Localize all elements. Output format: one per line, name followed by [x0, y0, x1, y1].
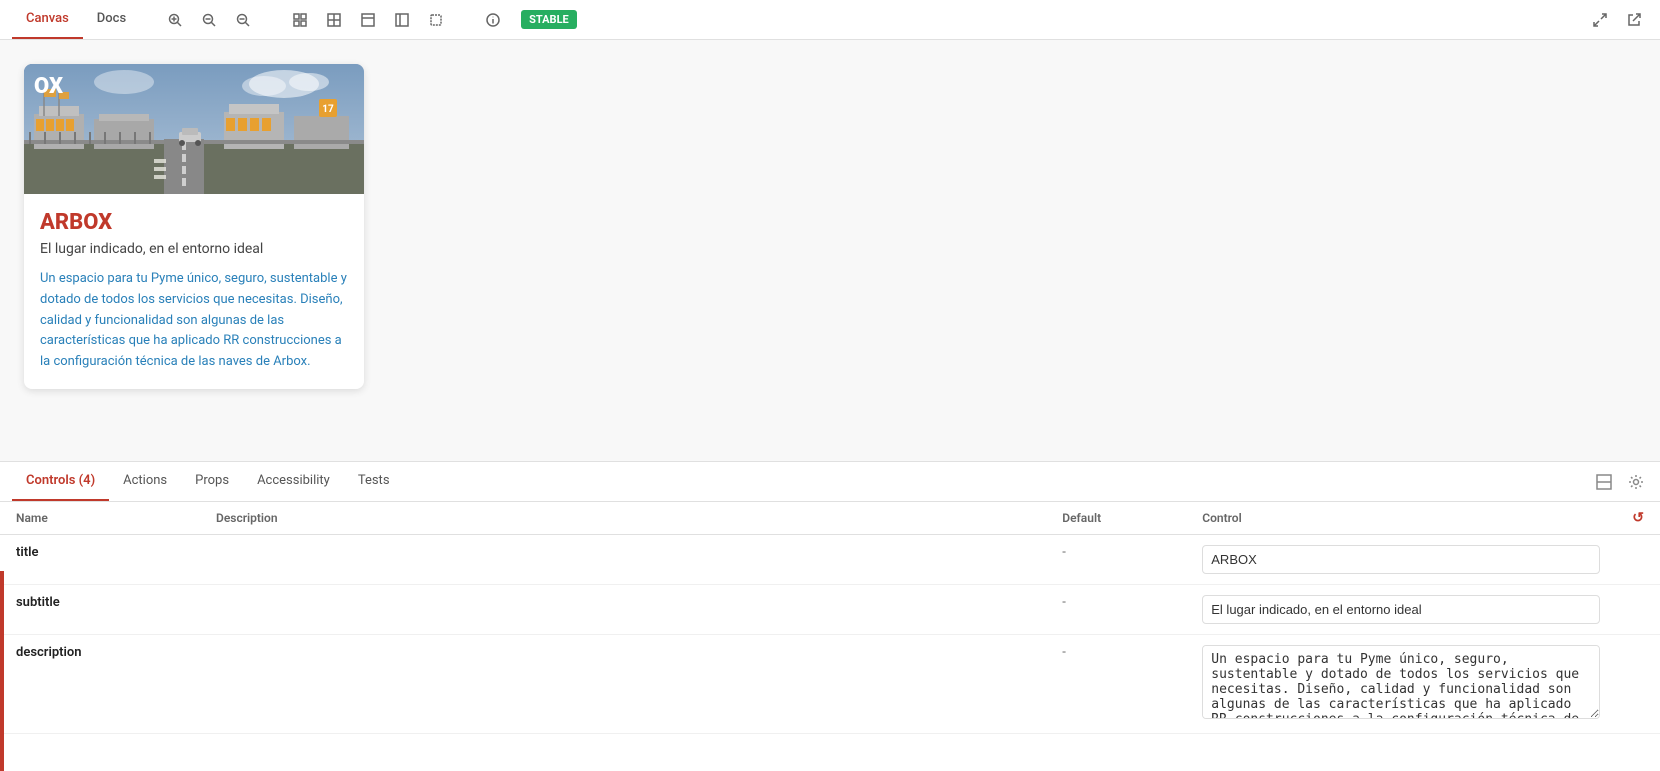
panel-settings-icon[interactable]	[1624, 470, 1648, 494]
card-title: ARBOX	[40, 210, 348, 235]
zoom-in-icon[interactable]	[161, 6, 189, 34]
control-input-subtitle[interactable]	[1202, 595, 1600, 624]
reset-zoom-icon[interactable]	[229, 6, 257, 34]
tab-docs[interactable]: Docs	[83, 0, 140, 39]
stable-badge: STABLE	[521, 10, 577, 29]
field-desc-subtitle	[200, 585, 1046, 635]
col-header-reset: ↺	[1616, 502, 1660, 535]
toolbar-icons: STABLE	[161, 6, 577, 34]
field-name-description: description	[0, 635, 200, 734]
tab-canvas[interactable]: Canvas	[12, 0, 83, 39]
field-default-subtitle: -	[1046, 585, 1186, 635]
field-control-title	[1186, 535, 1616, 585]
tab-actions[interactable]: Actions	[109, 462, 181, 501]
bottom-tab-actions	[1592, 462, 1648, 501]
open-external-icon[interactable]	[1620, 6, 1648, 34]
tab-tests[interactable]: Tests	[344, 462, 404, 501]
col-header-default: Default	[1046, 502, 1186, 535]
grid-icon-2[interactable]	[320, 6, 348, 34]
col-header-control: Control	[1186, 502, 1616, 535]
table-row: subtitle -	[0, 585, 1660, 635]
info-icon[interactable]	[479, 6, 507, 34]
controls-data-table: Name Description Default Control ↺ title…	[0, 502, 1660, 734]
card-description: Un espacio para tu Pyme único, seguro, s…	[40, 269, 348, 373]
field-control-description: Un espacio para tu Pyme único, seguro, s…	[1186, 635, 1616, 734]
field-name-title: title	[0, 535, 200, 585]
bottom-tabs: Controls (4) Actions Props Accessibility…	[0, 462, 1660, 502]
expand-icon[interactable]	[1586, 6, 1614, 34]
field-default-title: -	[1046, 535, 1186, 585]
reset-all-icon[interactable]: ↺	[1632, 510, 1644, 526]
toolbar-right	[1586, 6, 1648, 34]
preview-card: 17 OX ARBOX El lugar indicado, en el ent…	[24, 64, 364, 389]
table-header-row: Name Description Default Control ↺	[0, 502, 1660, 535]
frame-icon[interactable]	[422, 6, 450, 34]
tab-props[interactable]: Props	[181, 462, 243, 501]
canvas-area: 17 OX ARBOX El lugar indicado, en el ent…	[0, 40, 1660, 461]
control-textarea-description[interactable]: Un espacio para tu Pyme único, seguro, s…	[1202, 645, 1600, 719]
field-name-subtitle: subtitle	[0, 585, 200, 635]
card-logo: OX	[34, 74, 63, 99]
table-row: title -	[0, 535, 1660, 585]
left-accent-bar	[0, 571, 4, 771]
zoom-out-icon[interactable]	[195, 6, 223, 34]
layout-icon-1[interactable]	[354, 6, 382, 34]
toolbar-tabs: Canvas Docs	[12, 0, 140, 39]
card-subtitle: El lugar indicado, en el entorno ideal	[40, 241, 348, 257]
grid-icon-1[interactable]	[286, 6, 314, 34]
tab-accessibility[interactable]: Accessibility	[243, 462, 344, 501]
reset-cell-title	[1616, 535, 1660, 585]
col-header-description: Description	[200, 502, 1046, 535]
col-header-name: Name	[0, 502, 200, 535]
reset-cell-subtitle	[1616, 585, 1660, 635]
toolbar: Canvas Docs	[0, 0, 1660, 40]
card-image: 17 OX	[24, 64, 364, 194]
bottom-panel: Controls (4) Actions Props Accessibility…	[0, 461, 1660, 771]
field-desc-title	[200, 535, 1046, 585]
svg-text:17: 17	[322, 104, 334, 115]
control-input-title[interactable]	[1202, 545, 1600, 574]
card-content: ARBOX El lugar indicado, en el entorno i…	[24, 194, 364, 389]
layout-icon-2[interactable]	[388, 6, 416, 34]
field-desc-description	[200, 635, 1046, 734]
field-control-subtitle	[1186, 585, 1616, 635]
tab-controls[interactable]: Controls (4)	[12, 462, 109, 501]
reset-cell-description	[1616, 635, 1660, 734]
field-default-description: -	[1046, 635, 1186, 734]
controls-table: Name Description Default Control ↺ title…	[0, 502, 1660, 771]
panel-layout-icon[interactable]	[1592, 470, 1616, 494]
table-row: description - Un espacio para tu Pyme ún…	[0, 635, 1660, 734]
